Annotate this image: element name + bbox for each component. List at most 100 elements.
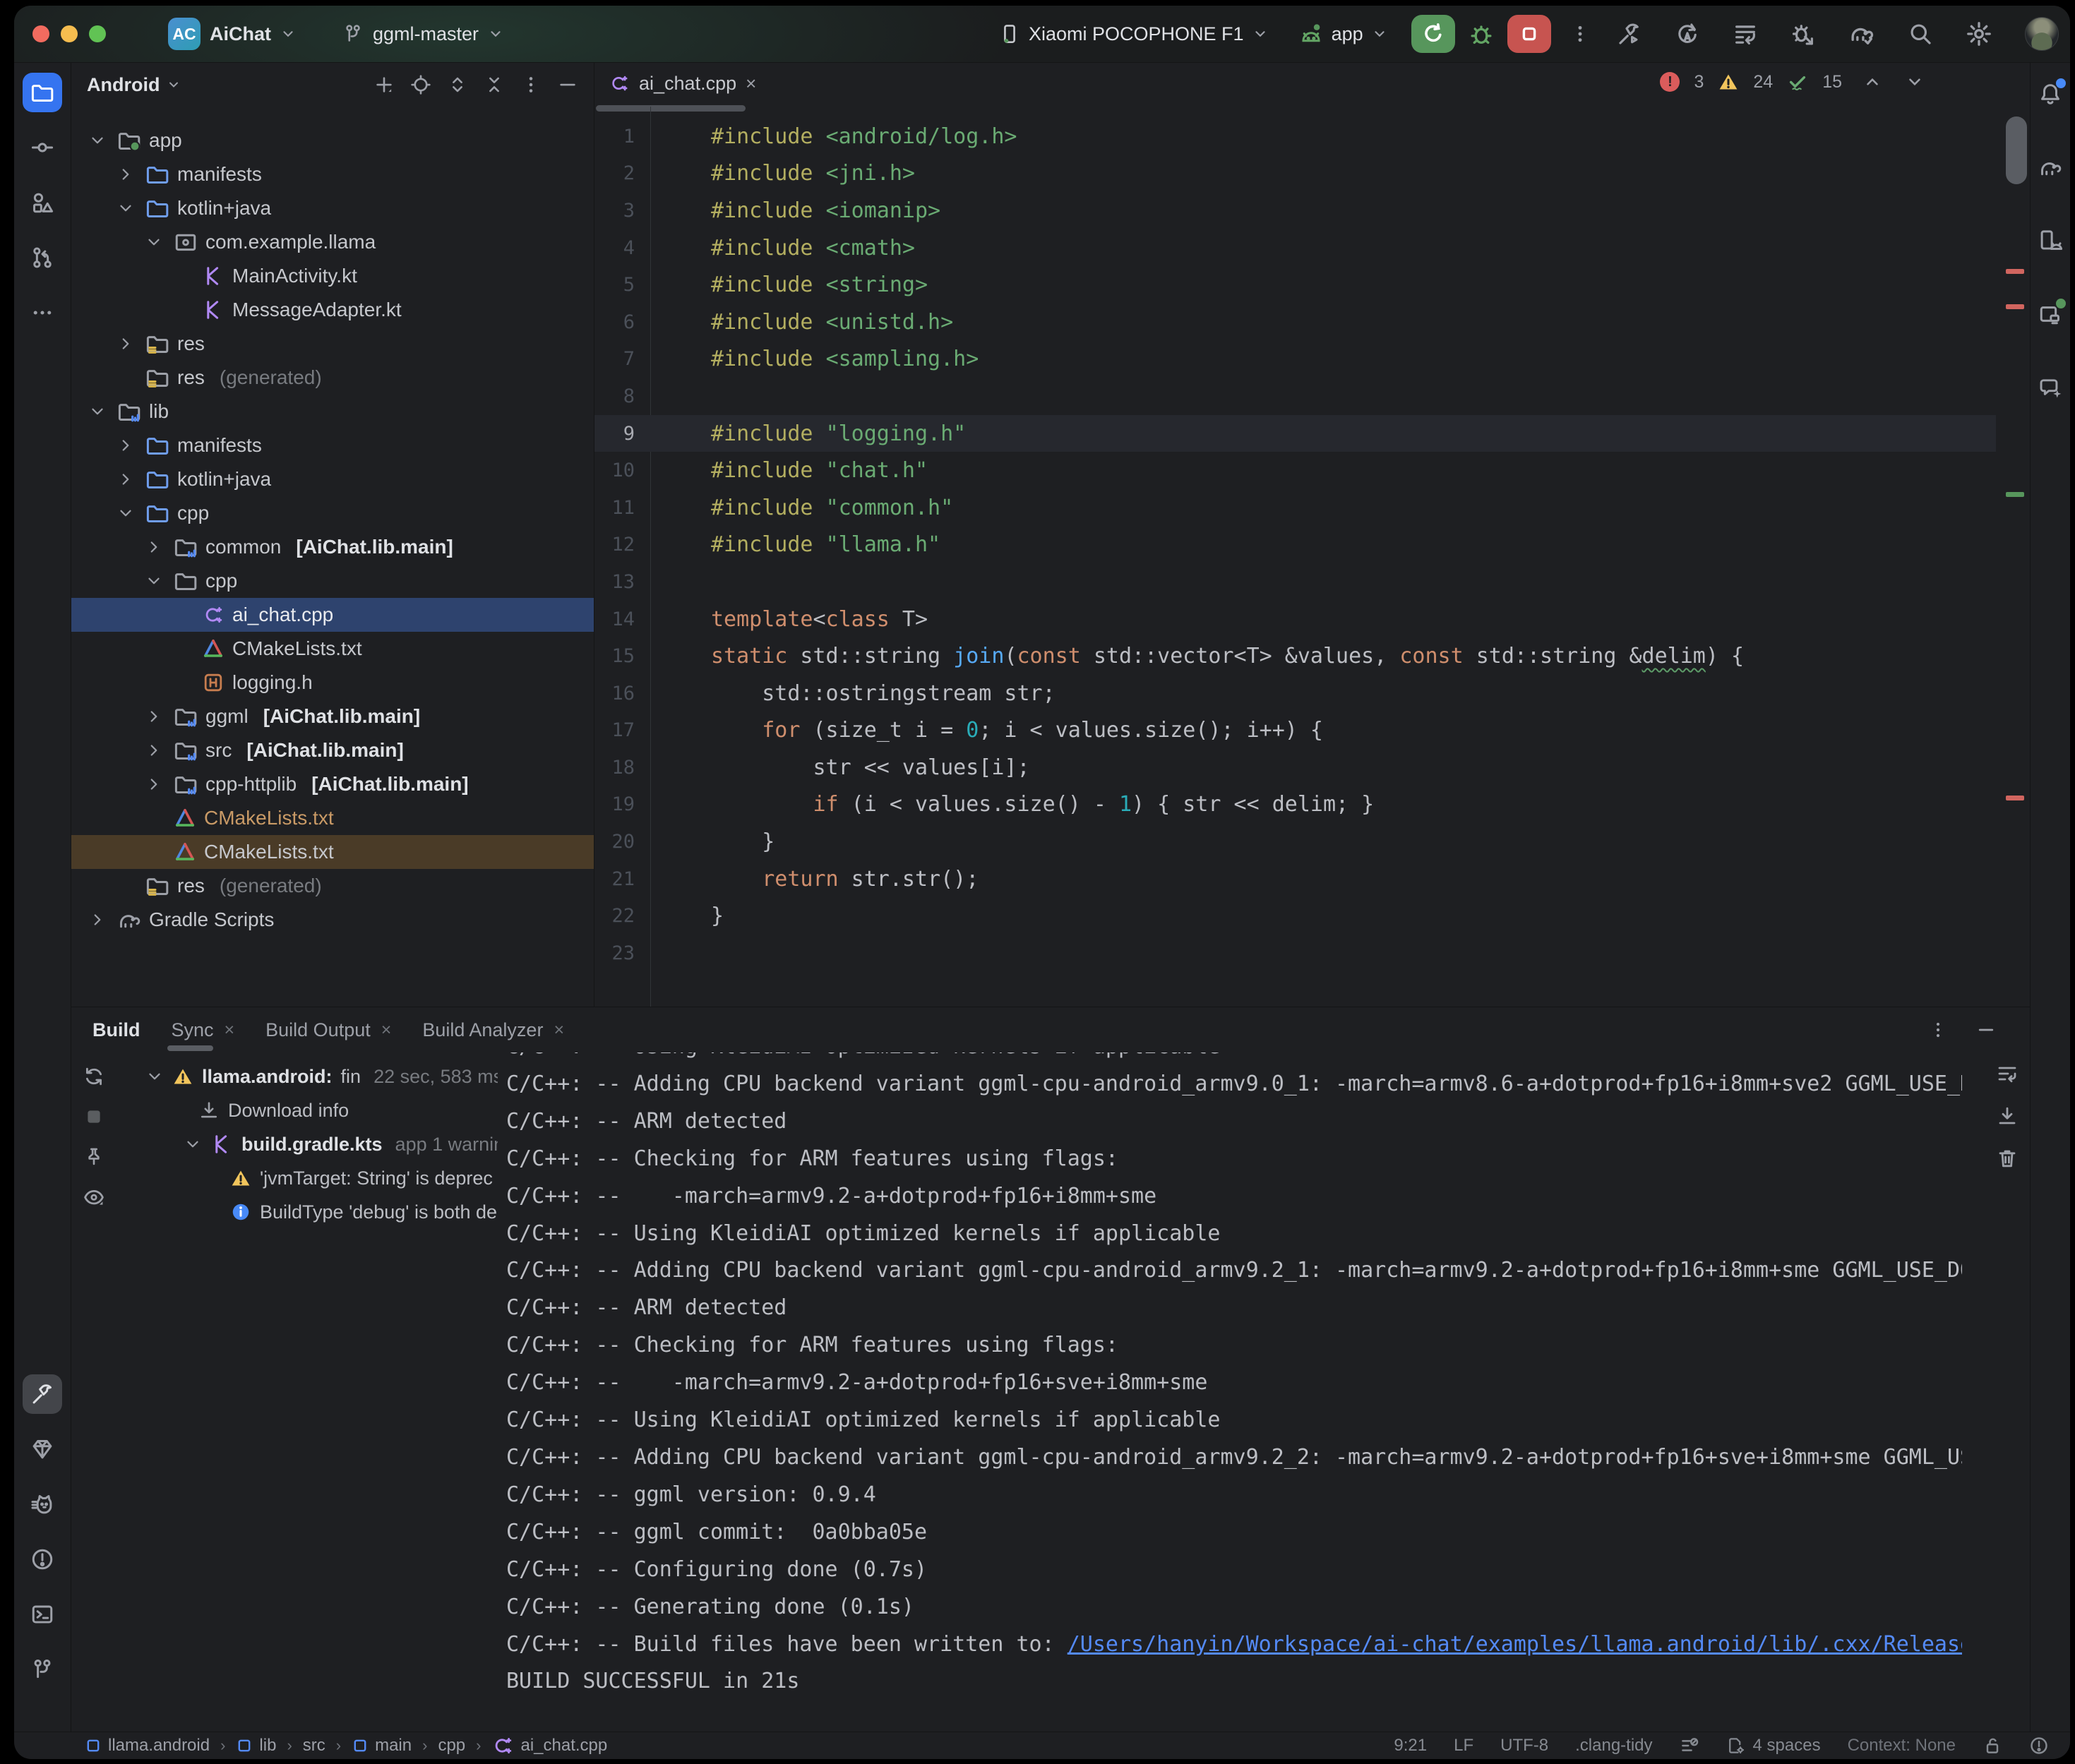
options-icon[interactable]	[520, 74, 542, 95]
tree-chevron[interactable]	[114, 436, 138, 455]
project-tree[interactable]: appmanifestskotlin+javacom.example.llama…	[71, 107, 594, 1007]
tool-stripe-button-running-devices[interactable]	[2031, 294, 2070, 334]
tree-chevron[interactable]	[142, 233, 166, 251]
build-tree-row[interactable]: build.gradle.ktsapp 1 warning	[116, 1127, 498, 1161]
tree-row[interactable]: common[AiChat.lib.main]	[71, 530, 594, 564]
tree-row[interactable]: res(generated)	[71, 361, 594, 395]
tree-row[interactable]: com.example.llama	[71, 225, 594, 259]
search-icon[interactable]	[1908, 21, 1933, 47]
tree-row[interactable]: manifests	[71, 157, 594, 191]
close-tab-icon[interactable]: ×	[554, 1020, 564, 1040]
error-stripe-mark[interactable]	[2006, 796, 2024, 800]
line-number[interactable]: 2	[594, 162, 635, 184]
tree-chevron[interactable]	[85, 402, 109, 421]
caret-position-widget[interactable]: 9:21	[1394, 1736, 1427, 1756]
tree-row[interactable]: app	[71, 124, 594, 157]
line-number[interactable]: 5	[594, 274, 635, 296]
tree-row[interactable]: MessageAdapter.kt	[71, 293, 594, 327]
console-file-link[interactable]: /Users/hanyin/Workspace/ai-chat/examples…	[1068, 1632, 1962, 1657]
breadcrumb-item[interactable]: ai_chat.cpp	[491, 1734, 607, 1757]
tree-row[interactable]: CMakeLists.txt	[71, 835, 594, 869]
tree-row[interactable]: manifests	[71, 428, 594, 462]
line-number[interactable]: 1	[594, 126, 635, 148]
expand-all-icon[interactable]	[447, 74, 468, 95]
project-view-selector[interactable]: Android	[87, 74, 160, 96]
locate-icon[interactable]	[410, 74, 431, 95]
error-indicator-icon[interactable]	[2029, 1736, 2049, 1756]
error-stripe-mark[interactable]	[2006, 269, 2024, 274]
tree-chevron[interactable]	[142, 775, 166, 793]
line-number[interactable]: 21	[594, 868, 635, 890]
build-tab-build-output[interactable]: Build Output×	[265, 1007, 391, 1052]
tree-chevron[interactable]	[184, 1135, 202, 1153]
tree-row[interactable]: cpp	[71, 496, 594, 530]
tree-row[interactable]: Gradle Scripts	[71, 903, 594, 937]
line-number[interactable]: 11	[594, 497, 635, 519]
close-window-button[interactable]	[32, 25, 49, 42]
build-result-tree[interactable]: llama.android: fin22 sec, 583 msDownload…	[116, 1052, 498, 1732]
build-tree-row[interactable]: 'jvmTarget: String' is deprec	[116, 1161, 498, 1195]
tree-row[interactable]: ggml[AiChat.lib.main]	[71, 700, 594, 733]
tool-stripe-button-app-quality-insights[interactable]	[23, 1429, 62, 1469]
inspections-widget[interactable]: ! 3 24 15	[1660, 71, 1924, 92]
line-number[interactable]: 3	[594, 200, 635, 222]
tool-stripe-button-build-hammer[interactable]	[23, 1374, 62, 1414]
tree-row[interactable]: ai_chat.cpp	[71, 598, 594, 632]
tool-stripe-button-terminal[interactable]	[23, 1595, 62, 1634]
tree-row[interactable]: logging.h	[71, 666, 594, 700]
line-number[interactable]: 23	[594, 942, 635, 964]
line-number[interactable]: 22	[594, 905, 635, 927]
minimize-window-button[interactable]	[61, 25, 78, 42]
vcs-branch-widget[interactable]: ggml-master	[342, 23, 503, 45]
tree-row[interactable]: src[AiChat.lib.main]	[71, 733, 594, 767]
hide-panel-icon[interactable]	[1976, 1020, 1996, 1040]
tree-row[interactable]: kotlin+java	[71, 191, 594, 225]
tree-row[interactable]: kotlin+java	[71, 462, 594, 496]
tab-ai-chat-cpp[interactable]: ai_chat.cpp ×	[594, 63, 770, 104]
tool-stripe-button-gemini-chat[interactable]	[2031, 368, 2070, 407]
breadcrumb-item[interactable]: lib	[236, 1736, 276, 1756]
tree-row[interactable]: CMakeLists.txt	[71, 801, 594, 835]
build-console[interactable]: C/C++: -- Using KleidiAI optimized kerne…	[498, 1052, 1962, 1732]
tree-chevron[interactable]	[145, 1067, 164, 1086]
line-number[interactable]: 19	[594, 793, 635, 815]
line-number[interactable]: 9	[594, 423, 635, 445]
build-window-title[interactable]: Build	[92, 1019, 140, 1041]
tool-stripe-button-device-manager[interactable]	[2031, 221, 2070, 260]
tree-row[interactable]: CMakeLists.txt	[71, 632, 594, 666]
line-number[interactable]: 17	[594, 719, 635, 741]
line-number[interactable]: 6	[594, 311, 635, 333]
build-tab-sync[interactable]: Sync×	[172, 1007, 235, 1052]
line-number[interactable]: 13	[594, 571, 635, 593]
editor-vscrollbar[interactable]	[2006, 116, 2027, 184]
build-tab-build-analyzer[interactable]: Build Analyzer×	[422, 1007, 564, 1052]
collapse-all-icon[interactable]	[484, 74, 505, 95]
tree-row[interactable]: MainActivity.kt	[71, 259, 594, 293]
list-undo-icon[interactable]	[1733, 21, 1758, 47]
tree-row[interactable]: lib	[71, 395, 594, 428]
tool-stripe-button-logcat-cat[interactable]	[23, 1484, 62, 1524]
tool-stripe-button-pull-requests[interactable]	[23, 238, 62, 277]
breadcrumb-item[interactable]: cpp	[438, 1736, 465, 1756]
gradle-sync-icon[interactable]	[1848, 20, 1875, 47]
tree-chevron[interactable]	[85, 131, 109, 150]
clear-all-icon[interactable]	[1996, 1147, 2019, 1170]
line-number[interactable]: 12	[594, 534, 635, 556]
debug-icon[interactable]	[1468, 20, 1495, 47]
tree-chevron[interactable]	[114, 335, 138, 353]
options-kebab-icon[interactable]	[1928, 1020, 1948, 1040]
scroll-to-end-icon[interactable]	[1996, 1105, 2019, 1127]
formatter-icon[interactable]	[1680, 1736, 1699, 1756]
tree-chevron[interactable]	[142, 538, 166, 556]
close-tab-icon[interactable]: ×	[381, 1020, 392, 1040]
tree-chevron[interactable]	[114, 504, 138, 522]
indent-widget[interactable]: 4 spaces	[1726, 1736, 1821, 1756]
change-stripe-mark[interactable]	[2006, 492, 2024, 497]
device-selector[interactable]: Xiaomi POCOPHONE F1	[999, 23, 1268, 45]
line-number[interactable]: 4	[594, 237, 635, 259]
more-actions-icon[interactable]	[1569, 23, 1591, 44]
user-avatar[interactable]	[2025, 17, 2059, 51]
soft-wrap-icon[interactable]	[1996, 1062, 2019, 1085]
build-tree-row[interactable]: BuildType 'debug' is both de	[116, 1195, 498, 1229]
build-icon[interactable]	[1617, 21, 1642, 47]
